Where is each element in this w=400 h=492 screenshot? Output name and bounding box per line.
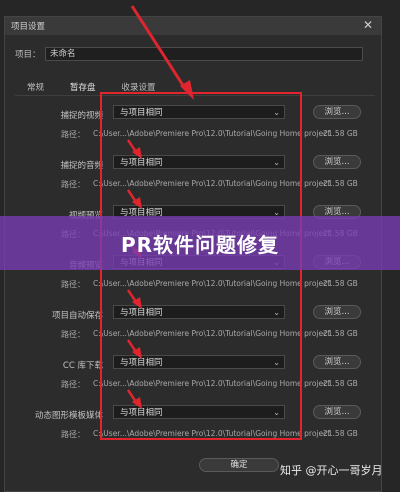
- small-arrow-shaft: [126, 339, 138, 353]
- banner-text: PR软件问题修复: [120, 232, 280, 257]
- main-arrow-shaft: [130, 5, 188, 91]
- small-arrow-shaft: [126, 139, 138, 153]
- small-arrows: [126, 139, 142, 409]
- small-arrow-shaft: [126, 389, 138, 403]
- screenshot-frame: 项目设置 ✕ 项目： 未命名 常规 暂存盘 收录设置 捕捉的视频 与项目相同 ⌄ 浏览…: [0, 0, 400, 492]
- small-arrow-shaft: [126, 189, 138, 203]
- watermark: 知乎 @开心一哥岁月: [280, 464, 383, 477]
- small-arrow-shaft: [126, 289, 138, 303]
- title-banner: PR软件问题修复: [0, 216, 400, 270]
